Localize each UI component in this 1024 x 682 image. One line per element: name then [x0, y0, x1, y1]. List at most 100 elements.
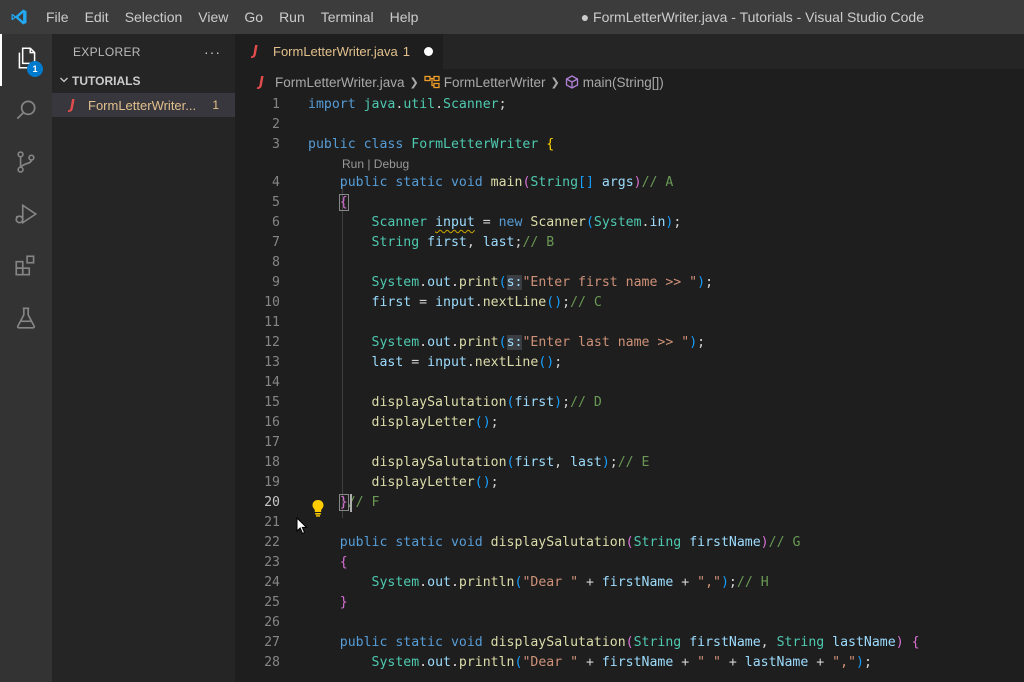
- menu-bar: File Edit Selection View Go Run Terminal…: [38, 0, 426, 34]
- code-line: 13 last = input.nextLine();: [235, 353, 1024, 373]
- code-line: 26: [235, 613, 1024, 633]
- code-line: 14: [235, 373, 1024, 393]
- line-number: 8: [272, 255, 280, 270]
- title-bar: File Edit Selection View Go Run Terminal…: [0, 0, 1024, 34]
- code-line: 4 public static void main(String[] args)…: [235, 173, 1024, 193]
- testing-flask-icon: [13, 305, 39, 336]
- menu-view[interactable]: View: [190, 0, 236, 34]
- line-number: 5: [272, 195, 280, 210]
- code-line: 25 }: [235, 593, 1024, 613]
- code-line: 17: [235, 433, 1024, 453]
- menu-terminal[interactable]: Terminal: [313, 0, 382, 34]
- code-text: }: [339, 595, 348, 610]
- line-number: 20: [264, 495, 280, 510]
- activity-run-debug[interactable]: [0, 190, 52, 242]
- menu-file[interactable]: File: [38, 0, 77, 34]
- activity-testing[interactable]: [0, 294, 52, 346]
- extensions-icon: [13, 253, 39, 284]
- code-text: public static void displaySalutation(Str…: [339, 635, 920, 650]
- explorer-badge: 1: [27, 61, 43, 77]
- code-line: 11: [235, 313, 1024, 333]
- menu-selection[interactable]: Selection: [117, 0, 191, 34]
- file-item-label: FormLetterWriter...: [88, 97, 197, 113]
- line-number: 9: [272, 275, 280, 290]
- activity-source-control[interactable]: [0, 138, 52, 190]
- line-number: 2: [272, 117, 280, 132]
- folder-tutorials[interactable]: TUTORIALS: [52, 69, 235, 93]
- line-number: 28: [264, 655, 280, 670]
- code-line: 8: [235, 253, 1024, 273]
- folder-name: TUTORIALS: [72, 74, 141, 88]
- breadcrumb-file[interactable]: FormLetterWriter.java: [275, 75, 405, 90]
- class-symbol-icon: [424, 75, 440, 89]
- line-number: 16: [264, 415, 280, 430]
- source-control-icon: [13, 149, 39, 180]
- explorer-sidebar: EXPLORER ··· TUTORIALS J FormLetterWrite…: [52, 34, 235, 682]
- more-actions-button[interactable]: ···: [204, 44, 221, 60]
- java-file-icon: J: [70, 97, 75, 113]
- search-icon: [13, 97, 39, 128]
- line-number: 15: [264, 395, 280, 410]
- code-line-current: 20 }// F: [235, 493, 1024, 513]
- menu-help[interactable]: Help: [382, 0, 427, 34]
- code-text: first = input.nextLine();// C: [371, 295, 602, 310]
- code-line: 23 {: [235, 553, 1024, 573]
- code-line: 2: [235, 115, 1024, 135]
- code-line: 27 public static void displaySalutation(…: [235, 633, 1024, 653]
- line-number: 11: [264, 315, 280, 330]
- line-number: 10: [264, 295, 280, 310]
- tab-formletterwriter[interactable]: J FormLetterWriter.java 1: [235, 34, 443, 69]
- code-text: String first, last;// B: [371, 235, 555, 250]
- tab-problem-count: 1: [402, 44, 410, 59]
- line-number: 23: [264, 555, 280, 570]
- line-number: 13: [264, 355, 280, 370]
- code-line: 16 displayLetter();: [235, 413, 1024, 433]
- code-line: 9 System.out.print(s:"Enter first name >…: [235, 273, 1024, 293]
- code-line: 7 String first, last;// B: [235, 233, 1024, 253]
- code-text: Scanner input = new Scanner(System.in);: [371, 215, 682, 230]
- code-text: System.out.print(s:"Enter first name >> …: [371, 275, 714, 290]
- line-number: 17: [264, 435, 280, 450]
- code-line: 10 first = input.nextLine();// C: [235, 293, 1024, 313]
- menu-go[interactable]: Go: [236, 0, 271, 34]
- code-line: 28 System.out.println("Dear " + firstNam…: [235, 653, 1024, 673]
- java-file-icon: J: [259, 74, 264, 90]
- code-text: displayLetter();: [371, 415, 499, 430]
- code-editor[interactable]: 1 import java.util.Scanner; 2 3 public c…: [235, 95, 1024, 682]
- run-debug-codelens[interactable]: Run | Debug: [342, 155, 409, 173]
- code-text: public static void main(String[] args)//…: [339, 175, 674, 190]
- chevron-down-icon: [56, 75, 72, 88]
- line-number: 18: [264, 455, 280, 470]
- code-line: 18 displaySalutation(first, last);// E: [235, 453, 1024, 473]
- code-line: 19 displayLetter();: [235, 473, 1024, 493]
- code-text: displayLetter();: [371, 475, 499, 490]
- line-number: 22: [264, 535, 280, 550]
- activity-extensions[interactable]: [0, 242, 52, 294]
- line-number: 3: [272, 137, 280, 152]
- code-line: 12 System.out.print(s:"Enter last name >…: [235, 333, 1024, 353]
- text-cursor: [350, 494, 352, 512]
- breadcrumb-class[interactable]: FormLetterWriter: [444, 75, 546, 90]
- menu-edit[interactable]: Edit: [77, 0, 117, 34]
- method-symbol-icon: [565, 75, 579, 89]
- breadcrumb-method[interactable]: main(String[]): [583, 75, 664, 90]
- line-number: 25: [264, 595, 280, 610]
- code-line: 21: [235, 513, 1024, 533]
- code-text: import java.util.Scanner;: [308, 97, 507, 112]
- code-text: last = input.nextLine();: [371, 355, 563, 370]
- file-item-formletterwriter[interactable]: J FormLetterWriter... 1: [52, 93, 235, 117]
- run-debug-icon: [13, 201, 39, 232]
- line-number: 7: [272, 235, 280, 250]
- code-text: {: [338, 194, 349, 211]
- code-line: 22 public static void displaySalutation(…: [235, 533, 1024, 553]
- code-text: public class FormLetterWriter {: [308, 137, 555, 152]
- code-line: 15 displaySalutation(first);// D: [235, 393, 1024, 413]
- sidebar-title: EXPLORER: [73, 44, 141, 59]
- line-number: 12: [264, 335, 280, 350]
- problem-count-badge: 1: [212, 98, 219, 112]
- activity-search[interactable]: [0, 86, 52, 138]
- line-number: 26: [264, 615, 280, 630]
- menu-run[interactable]: Run: [271, 0, 313, 34]
- activity-explorer[interactable]: 1: [0, 34, 52, 86]
- unsaved-dot-icon[interactable]: [423, 47, 433, 56]
